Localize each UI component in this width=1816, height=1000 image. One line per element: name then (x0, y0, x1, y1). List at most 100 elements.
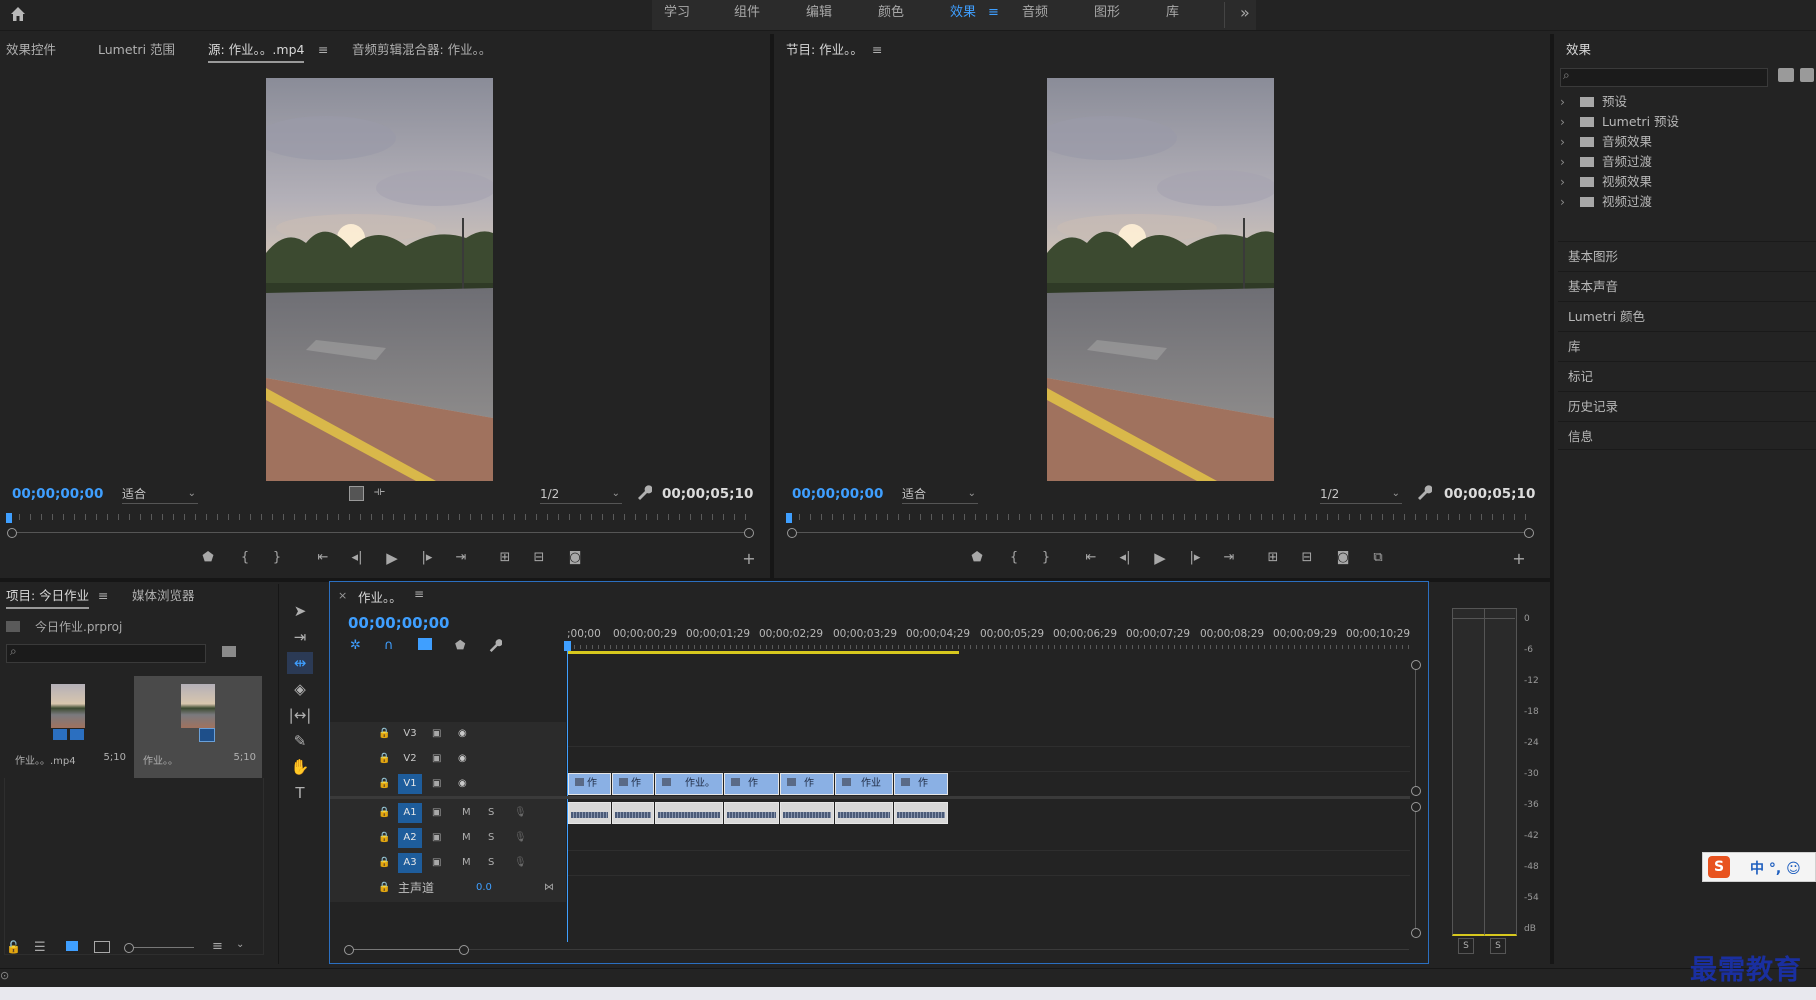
export-frame-camera-icon[interactable]: ◙ (564, 548, 586, 568)
work-area-bar[interactable] (567, 651, 959, 654)
program-resolution-dropdown[interactable]: 1/2 ⌄ (1320, 485, 1402, 504)
timeline-menu-icon[interactable]: ≡ (414, 587, 424, 601)
add-marker-icon[interactable]: ⬟ (197, 548, 219, 568)
lift-icon[interactable]: ⊞ (1262, 548, 1284, 568)
source-playhead[interactable] (6, 513, 12, 523)
video-clip[interactable]: 作 (568, 773, 611, 795)
video-clip[interactable]: 作业。 (655, 773, 723, 795)
thumbnail-size-handle[interactable] (124, 943, 134, 953)
mute-button[interactable]: M (462, 855, 471, 871)
track-target-a3[interactable]: A3 (398, 853, 422, 873)
step-forward-icon[interactable]: |▸ (416, 548, 438, 568)
source-time-ruler[interactable] (8, 514, 750, 528)
audio-scroll-handle-bottom[interactable] (1411, 928, 1421, 938)
hand-tool-icon[interactable]: ✋ (287, 756, 313, 778)
list-view-icon[interactable]: ☰ (34, 940, 46, 955)
meter-solo-right-button[interactable]: S (1490, 938, 1506, 954)
tab-audio-clip-mixer[interactable]: 音频剪辑混合器: 作业。。 (352, 37, 491, 63)
mark-out-icon[interactable]: } (1035, 548, 1057, 568)
meter-solo-left-button[interactable]: S (1458, 938, 1474, 954)
source-zoom-handle-right[interactable] (744, 528, 754, 538)
track-target-v3[interactable]: V3 (398, 724, 422, 744)
side-panel-essential-graphics[interactable]: 基本图形 (1558, 241, 1816, 270)
new-search-bin-icon[interactable] (222, 646, 236, 657)
audio-clip[interactable] (568, 802, 611, 824)
timeline-close-icon[interactable]: × (338, 589, 347, 602)
audio-clip[interactable] (894, 802, 948, 824)
track-target-v2[interactable]: V2 (398, 749, 422, 769)
pen-tool-icon[interactable]: ✎ (287, 730, 313, 752)
sort-icon[interactable]: ≡ (212, 939, 223, 954)
icon-view-icon[interactable] (66, 941, 78, 951)
add-marker-icon[interactable]: ⬟ (966, 548, 988, 568)
timeline-settings-wrench-icon[interactable] (488, 638, 503, 652)
tab-media-browser[interactable]: 媒体浏览器 (132, 583, 195, 609)
overwrite-icon[interactable]: ⊟ (528, 548, 550, 568)
insert-icon[interactable]: ⊞ (494, 548, 516, 568)
program-time-ruler[interactable] (788, 514, 1530, 528)
video-clip[interactable]: 作 (724, 773, 779, 795)
side-panel-markers[interactable]: 标记 (1558, 361, 1816, 390)
step-back-icon[interactable]: ◂| (1114, 548, 1136, 568)
track-target-a2[interactable]: A2 (398, 828, 422, 848)
microphone-icon[interactable]: 🎙 (514, 805, 527, 821)
video-clip[interactable]: 作 (612, 773, 654, 795)
track-target-a1[interactable]: A1 (398, 803, 422, 823)
side-panel-libraries[interactable]: 库 (1558, 331, 1816, 360)
sync-lock-icon[interactable]: ▣ (432, 855, 441, 871)
video-clip[interactable]: 作 (894, 773, 948, 795)
lock-icon[interactable]: 🔒 (378, 805, 390, 821)
side-panel-info[interactable]: 信息 (1558, 421, 1816, 450)
audio-clip[interactable] (780, 802, 834, 824)
selection-tool-icon[interactable]: ➤ (287, 600, 313, 622)
go-to-in-icon[interactable]: ⇤ (312, 548, 334, 568)
effect-folder-video-effects[interactable]: › 视频效果 (1560, 172, 1816, 192)
mark-in-icon[interactable]: { (1003, 548, 1025, 568)
source-settings-wrench-icon[interactable] (636, 484, 653, 500)
freeform-view-icon[interactable] (94, 941, 110, 953)
mark-out-icon[interactable]: } (266, 548, 288, 568)
timeline-timecode[interactable]: 00;00;00;00 (348, 614, 450, 632)
source-current-timecode[interactable]: 00;00;00;00 (12, 486, 103, 502)
snap-icon[interactable]: ∩ (384, 638, 394, 653)
go-to-out-icon[interactable]: ⇥ (450, 548, 472, 568)
tab-source[interactable]: 源: 作业。。.mp4 (208, 37, 305, 63)
timeline-sequence-tab[interactable]: 作业。。 (358, 587, 402, 606)
workspace-tab-effects[interactable]: 效果 (950, 0, 976, 30)
source-drag-audio-icon[interactable]: ⟛ (374, 484, 385, 499)
bowtie-icon[interactable]: ⋈ (544, 880, 554, 896)
solo-button[interactable]: S (488, 805, 494, 821)
home-icon[interactable] (8, 4, 28, 24)
mute-button[interactable]: M (462, 805, 471, 821)
sync-lock-icon[interactable]: ▣ (432, 805, 441, 821)
eye-icon[interactable]: ◉ (458, 751, 467, 767)
program-fit-dropdown[interactable]: 适合 ⌄ (902, 485, 978, 504)
sync-lock-icon[interactable]: ▣ (432, 776, 441, 792)
source-button-editor-plus-icon[interactable]: + (738, 549, 760, 569)
new-preset-icon[interactable] (1800, 68, 1814, 82)
workspace-tab-color[interactable]: 颜色 (878, 0, 904, 30)
tab-lumetri-scopes[interactable]: Lumetri 范围 (98, 37, 175, 63)
program-settings-wrench-icon[interactable] (1416, 484, 1433, 500)
tab-project-menu-icon[interactable]: ≡ (98, 583, 108, 609)
source-resolution-dropdown[interactable]: 1/2 ⌄ (540, 485, 622, 504)
sync-lock-icon[interactable]: ▣ (432, 830, 441, 846)
audio-clip[interactable] (655, 802, 723, 824)
tab-project[interactable]: 项目: 今日作业 (6, 583, 90, 609)
video-tracks-scrollbar[interactable] (1415, 666, 1416, 791)
extract-icon[interactable]: ⊟ (1296, 548, 1318, 568)
source-insert-icon[interactable] (349, 486, 364, 501)
add-marker-icon[interactable]: ⬟ (455, 638, 465, 652)
program-playhead[interactable] (786, 513, 792, 523)
microphone-icon[interactable]: 🎙 (514, 830, 527, 846)
effect-folder-lumetri-presets[interactable]: › Lumetri 预设 (1560, 112, 1816, 132)
audio-tracks-scrollbar[interactable] (1415, 806, 1416, 932)
sync-lock-icon[interactable]: ▣ (432, 726, 441, 742)
audio-clip[interactable] (724, 802, 779, 824)
chevron-down-icon[interactable]: ⌄ (236, 939, 244, 950)
linked-selection-icon[interactable] (418, 638, 432, 650)
effect-folder-video-transitions[interactable]: › 视频过渡 (1560, 192, 1816, 212)
track-select-tool-icon[interactable]: ⇥ (287, 626, 313, 648)
lock-icon[interactable]: 🔒 (378, 880, 390, 896)
program-zoom-bar[interactable] (792, 532, 1528, 533)
